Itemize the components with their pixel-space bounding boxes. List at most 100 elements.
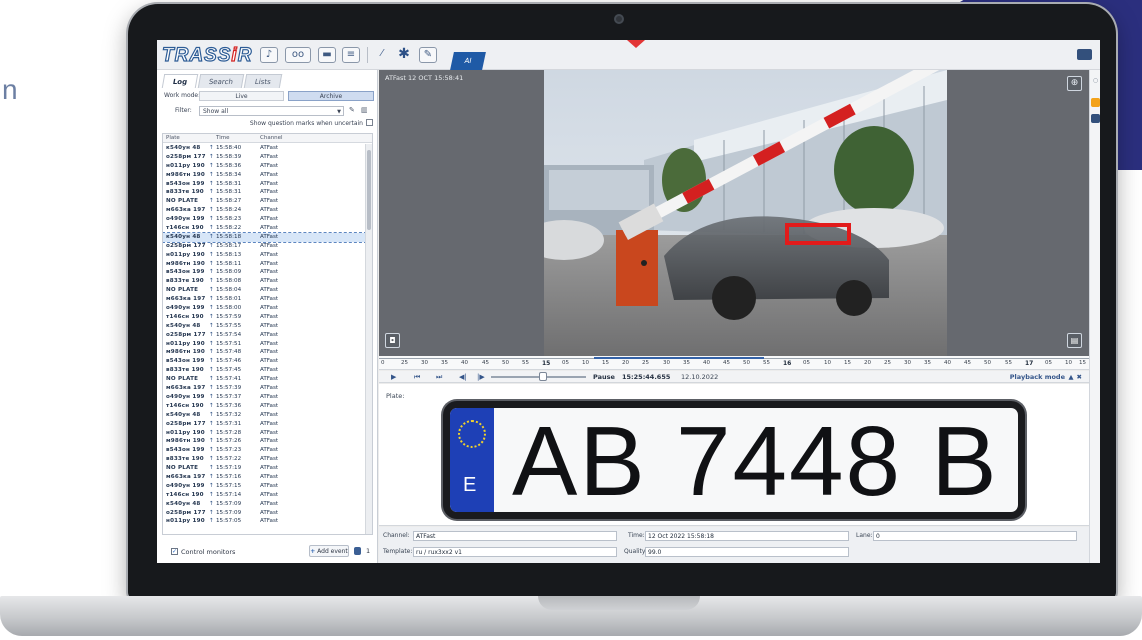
timeline-tick-label: 25 [642,360,649,366]
list-item[interactable]: о258рм 177 15:58:39 ATFast ↑ [163,153,366,162]
list-item[interactable]: о258рм 177 15:57:09 ATFast ↑ [163,509,366,518]
tab-ai[interactable]: AI [450,52,486,70]
list-item[interactable]: NO PLATE 15:57:19 ATFast ↑ [163,464,366,473]
collapse-close-icons[interactable]: ▲✖ [1069,372,1085,382]
list-item[interactable]: NO PLATE 15:58:04 ATFast ↑ [163,286,366,295]
plate-cell: н011ру 190 [166,251,205,258]
list-item[interactable]: н011ру 190 15:58:13 ATFast ↑ [163,251,366,260]
screen-icon[interactable]: ▬ [318,47,336,63]
channel-cell: ATFast [260,296,279,303]
list-item[interactable]: в543он 199 15:57:46 ATFast ↑ [163,357,366,366]
list-item[interactable]: т146сн 190 15:57:36 ATFast ↑ [163,402,366,411]
channel-cell: ATFast [260,233,279,240]
list-item[interactable]: м986тн 190 15:58:34 ATFast ↑ [163,171,366,180]
snapshot-icon[interactable]: ◘ [385,333,400,348]
timeline[interactable]: 0 25 30 35 40 45 50 55 15 05 10 15 20 25 30 35 40 45 50 55 1… [379,356,1089,370]
list-icon[interactable]: ≡ [342,47,360,63]
puzzle-icon[interactable]: ✱ [395,47,413,63]
list-item[interactable]: о490ун 199 15:58:00 ATFast ↑ [163,304,366,313]
list-item[interactable]: NO PLATE 15:58:27 ATFast ↑ [163,197,366,206]
list-item[interactable]: NO PLATE 15:57:41 ATFast ↑ [163,375,366,384]
list-item[interactable]: о490ун 199 15:57:15 ATFast ↑ [163,482,366,491]
work-mode-label: Work mode: [164,92,201,99]
delete-icon[interactable]: ▥ [361,106,369,115]
list-item[interactable]: о490ун 199 15:58:23 ATFast ↑ [163,215,366,224]
camera-icon[interactable] [1091,114,1100,123]
list-item[interactable]: в543он 199 15:57:23 ATFast ↑ [163,446,366,455]
list-item[interactable]: в543он 199 15:58:31 ATFast ↑ [163,180,366,189]
list-item[interactable]: т146сн 190 15:57:59 ATFast ↑ [163,313,366,322]
list-item[interactable]: т146сн 190 15:57:14 ATFast ↑ [163,491,366,500]
list-scrollbar[interactable] [365,144,372,534]
list-item[interactable]: н011ру 190 15:57:28 ATFast ↑ [163,429,366,438]
list-item[interactable]: м663ка 197 15:58:24 ATFast ↑ [163,206,366,215]
list-item[interactable]: м663ка 197 15:57:16 ATFast ↑ [163,473,366,482]
direction-arrow-icon: ↑ [209,251,214,258]
play-icon[interactable]: ▶ [391,372,396,382]
dots-icon[interactable]: oo [285,47,311,63]
pencil-icon[interactable]: ✎ [349,106,357,115]
column-plate[interactable]: Plate [166,134,180,143]
skip-end-icon[interactable]: ⏭ [436,372,442,382]
list-item[interactable]: в833те 190 15:57:22 ATFast ↑ [163,455,366,464]
plate-cell: т146сн 190 [166,225,204,232]
column-channel[interactable]: Channel [260,134,283,143]
time-cell: 15:57:36 [216,402,242,409]
skip-start-icon[interactable]: ⏮ [414,372,420,382]
list-item[interactable]: в833те 190 15:58:08 ATFast ↑ [163,277,366,286]
edit-icon[interactable]: ✎ [419,47,437,63]
plate-cell: н011ру 190 [166,162,205,169]
time-cell: 15:57:59 [216,313,242,320]
tab-lists[interactable]: Lists [244,74,283,88]
step-forward-icon[interactable]: |▶ [477,372,485,382]
folder-icon[interactable] [1091,98,1100,107]
list-item[interactable]: о258рм 177 15:57:31 ATFast ↑ [163,420,366,429]
channel-cell: ATFast [260,358,279,365]
list-item[interactable]: в833те 190 15:57:45 ATFast ↑ [163,366,366,375]
list-item[interactable]: м986тн 190 15:57:48 ATFast ↑ [163,348,366,357]
step-back-icon[interactable]: ◀| [459,372,467,382]
list-item[interactable]: о258рм 177 15:57:54 ATFast ↑ [163,331,366,340]
list-item[interactable]: м663ка 197 15:57:39 ATFast ↑ [163,384,366,393]
wand-icon[interactable]: ⁄ [373,47,391,63]
scrollbar-thumb[interactable] [367,150,371,230]
list-item[interactable]: в833те 190 15:58:31 ATFast ↑ [163,188,366,197]
list-item[interactable]: к540ун 48 15:58:40 ATFast ↑ [163,144,366,153]
list-item[interactable]: в543он 199 15:58:09 ATFast ↑ [163,268,366,277]
playback-mode-label[interactable]: Playback mode [1010,372,1065,382]
zoom-icon[interactable]: ⊕ [1067,76,1082,91]
list-item[interactable]: н011ру 190 15:57:05 ATFast ↑ [163,517,366,526]
channel-cell: ATFast [260,153,279,160]
tab-search[interactable]: Search [198,74,245,88]
list-item[interactable]: м986тн 190 15:57:26 ATFast ↑ [163,437,366,446]
list-item[interactable]: к540ун 48 15:57:09 ATFast ↑ [163,500,366,509]
speed-slider-knob[interactable] [539,372,547,381]
video-camera-icon[interactable] [1077,49,1092,60]
list-item[interactable]: к540ун 48 15:57:55 ATFast ↑ [163,322,366,331]
list-item[interactable]: м986тн 190 15:58:11 ATFast ↑ [163,260,366,269]
list-item[interactable]: н011ру 190 15:57:51 ATFast ↑ [163,340,366,349]
list-item[interactable]: м663ка 197 15:58:01 ATFast ↑ [163,295,366,304]
list-item[interactable]: о258рм 177 15:58:17 ATFast ↑ [163,242,366,251]
list-item[interactable]: к540ун 48 15:58:18 ATFast ↑ [163,231,367,243]
calendar-icon[interactable]: ▤ [1067,333,1082,348]
video-view[interactable]: ATFast 12 OCT 15:58:41 ⊕ ◘ ▤ [379,70,1089,356]
list-item[interactable]: к540ун 48 15:57:32 ATFast ↑ [163,411,366,420]
column-time[interactable]: Time [216,134,229,143]
list-item[interactable]: о490ун 199 15:57:37 ATFast ↑ [163,393,366,402]
list-item[interactable]: н011ру 190 15:58:36 ATFast ↑ [163,162,366,171]
question-marks-checkbox[interactable] [366,119,373,126]
live-button[interactable]: Live [199,91,284,101]
time-cell: 15:57:16 [216,473,242,480]
control-monitors-checkbox[interactable]: ✓ [171,548,178,555]
filter-select[interactable]: Show all ▼ [199,106,344,116]
bell-icon[interactable]: ♪ [260,47,278,63]
archive-button[interactable]: Archive [288,91,374,101]
search-icon[interactable]: ○ [1091,76,1100,85]
direction-arrow-icon: ↑ [209,429,214,436]
add-event-button[interactable]: + Add event [309,545,349,557]
database-icon[interactable] [354,547,361,555]
direction-arrow-icon: ↑ [209,225,214,232]
tab-log[interactable]: Log [161,74,199,88]
list-item[interactable]: т146сн 190 15:58:22 ATFast ↑ [163,224,366,233]
